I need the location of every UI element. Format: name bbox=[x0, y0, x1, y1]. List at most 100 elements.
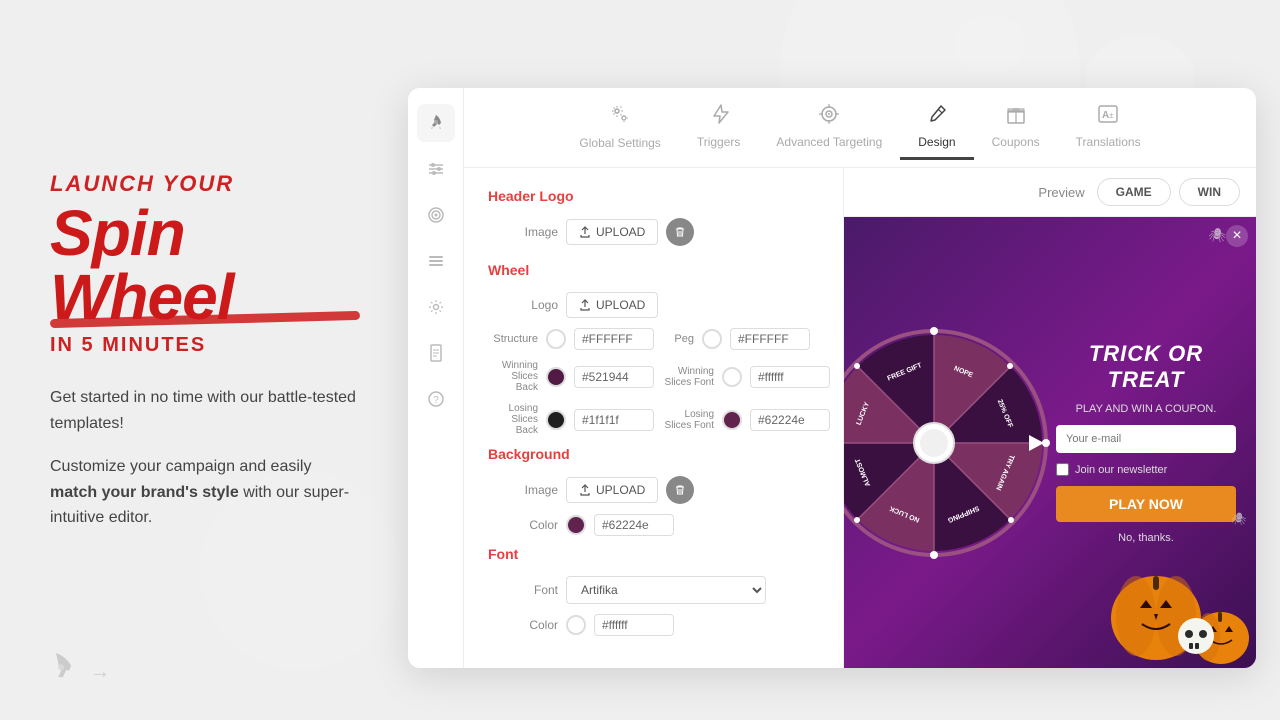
nav-item-advanced-targeting[interactable]: Advanced Targeting bbox=[758, 95, 900, 160]
upload-icon bbox=[579, 226, 591, 238]
spin-wheel: FREE GIFT NOPE 25% OFF TRY AGAIN SHIPPIN… bbox=[844, 323, 1054, 563]
font-color-row: Color bbox=[488, 614, 819, 636]
main-content: Global Settings Triggers bbox=[464, 88, 1256, 668]
nav-triggers-label: Triggers bbox=[697, 135, 741, 149]
wheel-losing-back-input[interactable] bbox=[574, 409, 654, 431]
document-icon bbox=[426, 343, 446, 363]
wheel-structure-color-input[interactable] bbox=[574, 328, 654, 350]
gear-icon bbox=[426, 297, 446, 317]
nav-item-translations[interactable]: A ± Translations bbox=[1058, 95, 1159, 160]
wheel-winning-back-swatch[interactable] bbox=[546, 367, 566, 387]
background-color-label: Color bbox=[488, 518, 558, 532]
sidebar-item-target[interactable] bbox=[417, 196, 455, 234]
wheel-losing-font-label: Losing Slices Font bbox=[664, 409, 714, 431]
app-container: ? Global Settings bbox=[408, 88, 1256, 668]
wheel-structure-row: Structure bbox=[488, 328, 654, 350]
wheel-peg-color-input[interactable] bbox=[730, 328, 810, 350]
trash-icon-2 bbox=[674, 484, 686, 496]
wheel-graphic: FREE GIFT NOPE 25% OFF TRY AGAIN SHIPPIN… bbox=[844, 323, 1054, 563]
crosshair-icon bbox=[818, 103, 840, 125]
wheel-winning-back-input[interactable] bbox=[574, 366, 654, 388]
svg-text:🕷: 🕷 bbox=[1231, 512, 1246, 526]
svg-text:±: ± bbox=[1109, 111, 1114, 120]
font-section-title: Font bbox=[488, 546, 819, 562]
wheel-losing-back-row: Losing Slices Back bbox=[488, 403, 654, 436]
background-section-title: Background bbox=[488, 446, 819, 462]
sidebar-item-settings[interactable] bbox=[417, 288, 455, 326]
global-settings-icon bbox=[608, 102, 632, 132]
spider-decoration: 🕷 bbox=[1208, 227, 1226, 244]
popup-subtitle: PLAY AND WIN A COUPON. bbox=[1076, 403, 1217, 415]
wheel-peg-swatch[interactable] bbox=[702, 329, 722, 349]
wheel-peg-label: Peg bbox=[664, 333, 694, 345]
popup-email-input[interactable] bbox=[1056, 425, 1236, 453]
wheel-peg-row: Peg bbox=[664, 328, 830, 350]
preview-panel: Preview GAME WIN bbox=[844, 168, 1256, 668]
sidebar-item-document[interactable] bbox=[417, 334, 455, 372]
preview-game-button[interactable]: GAME bbox=[1097, 178, 1171, 206]
wheel-winning-font-label: Winning Slices Font bbox=[664, 366, 714, 388]
background-image-row: Image UPLOAD bbox=[488, 476, 819, 504]
nav-global-settings-label: Global Settings bbox=[579, 136, 660, 150]
background-delete-button[interactable] bbox=[666, 476, 694, 504]
in-5-minutes-text: IN 5 MINUTES bbox=[50, 334, 360, 357]
sidebar-item-sliders[interactable] bbox=[417, 150, 455, 188]
header-logo-delete-button[interactable] bbox=[666, 218, 694, 246]
svg-text:?: ? bbox=[433, 395, 439, 406]
header-logo-upload-label: UPLOAD bbox=[596, 225, 645, 239]
translations-icon: A ± bbox=[1097, 103, 1119, 131]
background-color-swatch[interactable] bbox=[566, 515, 586, 535]
font-color-label: Color bbox=[488, 618, 558, 632]
font-family-select[interactable]: Artifika bbox=[566, 576, 766, 604]
popup-newsletter-row: Join our newsletter bbox=[1056, 463, 1236, 476]
sidebar-item-list[interactable] bbox=[417, 242, 455, 280]
wheel-structure-label: Structure bbox=[488, 333, 538, 345]
content-area: Header Logo Image UPLOAD Wheel Logo bbox=[464, 168, 1256, 668]
wheel-losing-font-swatch[interactable] bbox=[722, 410, 742, 430]
wheel-colors-grid: Structure Peg Winning Slices Back bbox=[488, 328, 819, 436]
header-logo-upload-button[interactable]: UPLOAD bbox=[566, 219, 658, 245]
nav-item-triggers[interactable]: Triggers bbox=[679, 95, 759, 160]
sliders-icon bbox=[426, 159, 446, 179]
sidebar-item-rocket[interactable] bbox=[417, 104, 455, 142]
left-panel: LAUNCH YOUR Spin Wheel IN 5 MINUTES Get … bbox=[0, 0, 400, 720]
nav-advanced-targeting-label: Advanced Targeting bbox=[776, 135, 882, 149]
background-upload-label: UPLOAD bbox=[596, 483, 645, 497]
popup-newsletter-checkbox[interactable] bbox=[1056, 463, 1069, 476]
popup-close-button[interactable]: × bbox=[1226, 225, 1248, 247]
nav-coupons-label: Coupons bbox=[992, 135, 1040, 149]
nav-item-global-settings[interactable]: Global Settings bbox=[561, 94, 678, 161]
wheel-winning-back-label: Winning Slices Back bbox=[488, 360, 538, 393]
font-family-row: Font Artifika bbox=[488, 576, 819, 604]
wheel-losing-back-swatch[interactable] bbox=[546, 410, 566, 430]
background-color-input[interactable] bbox=[594, 514, 674, 536]
nav-item-design[interactable]: Design bbox=[900, 95, 973, 160]
font-color-swatch[interactable] bbox=[566, 615, 586, 635]
wheel-losing-font-input[interactable] bbox=[750, 409, 830, 431]
popup-newsletter-label: Join our newsletter bbox=[1075, 464, 1167, 476]
wheel-winning-font-swatch[interactable] bbox=[722, 367, 742, 387]
preview-win-button[interactable]: WIN bbox=[1179, 178, 1240, 206]
wheel-winning-font-input[interactable] bbox=[750, 366, 830, 388]
nav-item-coupons[interactable]: Coupons bbox=[974, 95, 1058, 160]
font-color-input[interactable] bbox=[594, 614, 674, 636]
wheel-section-title: Wheel bbox=[488, 262, 819, 278]
background-image-label: Image bbox=[488, 483, 558, 497]
coupons-icon bbox=[1005, 103, 1027, 131]
sidebar-item-help[interactable]: ? bbox=[417, 380, 455, 418]
gift-icon bbox=[1005, 103, 1027, 125]
wheel-structure-swatch[interactable] bbox=[546, 329, 566, 349]
pumpkin-decoration: 🕷 bbox=[1056, 508, 1256, 668]
font-family-label: Font bbox=[488, 583, 558, 597]
triggers-icon bbox=[708, 103, 730, 131]
wheel-logo-upload-button[interactable]: UPLOAD bbox=[566, 292, 658, 318]
background-upload-button[interactable]: UPLOAD bbox=[566, 477, 658, 503]
translate-icon: A ± bbox=[1097, 103, 1119, 125]
list-icon bbox=[426, 251, 446, 271]
popup-title: TRICK OR TREAT bbox=[1056, 341, 1236, 394]
preview-toolbar: Preview GAME WIN bbox=[844, 168, 1256, 217]
wheel-winning-back-row: Winning Slices Back bbox=[488, 360, 654, 393]
wheel-logo-label: Logo bbox=[488, 298, 558, 312]
rocket-icon bbox=[426, 113, 446, 133]
decorative-shape2 bbox=[950, 10, 1030, 80]
